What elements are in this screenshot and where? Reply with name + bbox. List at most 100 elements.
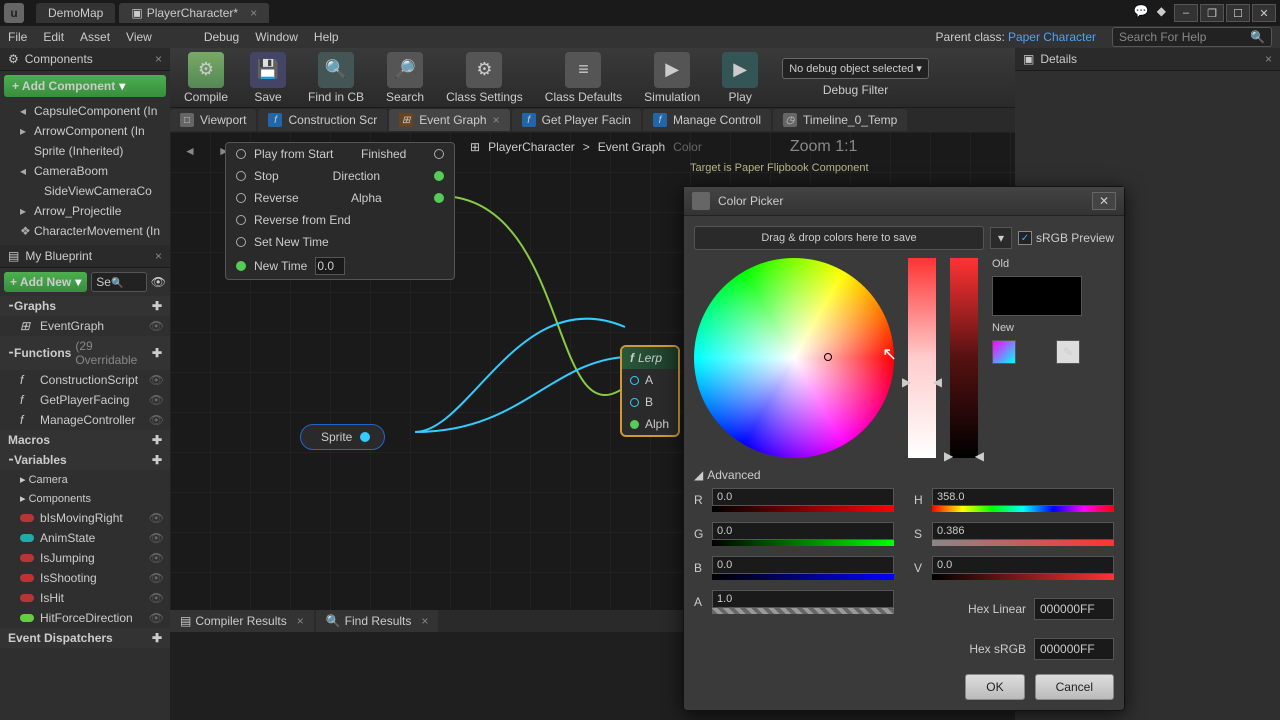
input-pin[interactable]: [236, 193, 246, 203]
add-icon[interactable]: ✚: [152, 346, 162, 360]
maximize-button[interactable]: ☐: [1226, 4, 1250, 22]
timeline-node[interactable]: Play from StartFinishedStopDirectionReve…: [225, 142, 455, 280]
blueprint-item[interactable]: fGetPlayerFacing👁: [0, 390, 170, 410]
new-color-swatch[interactable]: [992, 340, 1016, 364]
menu-view[interactable]: View: [126, 30, 152, 44]
add-component-button[interactable]: + Add Component ▾: [4, 75, 166, 97]
close-icon[interactable]: ×: [155, 52, 162, 66]
eye-icon[interactable]: 👁: [149, 373, 164, 387]
close-icon[interactable]: ×: [297, 614, 304, 628]
eye-icon[interactable]: 👁: [149, 531, 164, 545]
blueprint-search[interactable]: Se🔍: [91, 272, 147, 292]
close-icon[interactable]: ×: [250, 6, 257, 20]
s-input[interactable]: [932, 522, 1114, 540]
section-header[interactable]: ⁃Functions(29 Overridable✚: [0, 336, 170, 370]
lerp-input[interactable]: Alph: [622, 413, 678, 435]
hex-srgb-input[interactable]: [1034, 638, 1114, 660]
section-header[interactable]: Macros✚: [0, 430, 170, 450]
advanced-toggle[interactable]: ◢Advanced: [694, 468, 1114, 482]
simulation-button[interactable]: ▶Simulation: [638, 50, 706, 106]
close-icon[interactable]: ×: [1265, 52, 1272, 66]
eye-icon[interactable]: 👁: [151, 275, 166, 289]
blueprint-item[interactable]: AnimState👁: [0, 528, 170, 548]
graph-tab[interactable]: ⊞Event Graph×: [389, 109, 509, 131]
help-search[interactable]: Search For Help🔍: [1112, 27, 1272, 47]
play-button[interactable]: ▶Play: [716, 50, 764, 106]
eye-icon[interactable]: 👁: [149, 319, 164, 333]
timeline-row[interactable]: StopDirection: [226, 165, 454, 187]
input-pin[interactable]: [630, 420, 639, 429]
color-picker-titlebar[interactable]: Color Picker ✕: [684, 187, 1124, 216]
lerp-input[interactable]: B: [622, 391, 678, 413]
breadcrumb-root[interactable]: PlayerCharacter: [488, 140, 575, 154]
graph-tab[interactable]: fManage Controll: [643, 109, 771, 131]
blueprint-item[interactable]: fManageController👁: [0, 410, 170, 430]
output-pin[interactable]: [434, 193, 444, 203]
b-input[interactable]: [712, 556, 894, 574]
menu-asset[interactable]: Asset: [80, 30, 110, 44]
graph-tab[interactable]: fConstruction Scr: [258, 109, 387, 131]
blueprint-item[interactable]: IsShooting👁: [0, 568, 170, 588]
variable-group[interactable]: ▸ Components: [0, 489, 170, 508]
color-wheel[interactable]: [694, 258, 894, 458]
eye-icon[interactable]: 👁: [149, 511, 164, 525]
cube-icon[interactable]: ◆: [1157, 4, 1166, 22]
close-button[interactable]: ✕: [1252, 4, 1276, 22]
class-defaults-button[interactable]: ≡Class Defaults: [539, 50, 628, 106]
save-button[interactable]: 💾Save: [244, 50, 292, 106]
component-item[interactable]: SideViewCameraCo: [0, 181, 170, 201]
add-icon[interactable]: ✚: [152, 299, 162, 313]
input-pin[interactable]: [236, 171, 246, 181]
blueprint-item[interactable]: fConstructionScript👁: [0, 370, 170, 390]
eye-icon[interactable]: 👁: [149, 591, 164, 605]
eye-icon[interactable]: 👁: [149, 413, 164, 427]
doc-tab-demomap[interactable]: DemoMap: [36, 3, 115, 23]
cancel-button[interactable]: Cancel: [1035, 674, 1114, 700]
eye-icon[interactable]: 👁: [149, 551, 164, 565]
compile-button[interactable]: ⚙Compile: [178, 50, 234, 106]
graph-tab[interactable]: fGet Player Facin: [512, 109, 641, 131]
component-item[interactable]: ◂CameraBoom: [0, 161, 170, 181]
section-header[interactable]: ⁃Variables✚: [0, 450, 170, 470]
add-icon[interactable]: ✚: [152, 433, 162, 447]
add-icon[interactable]: ✚: [152, 631, 162, 645]
close-button[interactable]: ✕: [1092, 192, 1116, 210]
blueprint-item[interactable]: IsJumping👁: [0, 548, 170, 568]
component-item[interactable]: ◂CapsuleComponent (In: [0, 101, 170, 121]
class-settings-button[interactable]: ⚙Class Settings: [440, 50, 529, 106]
eye-icon[interactable]: 👁: [149, 571, 164, 585]
close-icon[interactable]: ×: [493, 113, 500, 127]
color-picker-dialog[interactable]: Color Picker ✕ Drag & drop colors here t…: [683, 186, 1125, 711]
section-header[interactable]: ⁃Graphs✚: [0, 296, 170, 316]
minimize-button[interactable]: –: [1174, 4, 1198, 22]
component-item[interactable]: ❖CharacterMovement (In: [0, 221, 170, 241]
component-item[interactable]: ▸Arrow_Projectile: [0, 201, 170, 221]
output-pin[interactable]: [360, 432, 370, 442]
g-input[interactable]: [712, 522, 894, 540]
color-dropzone[interactable]: Drag & drop colors here to save: [694, 226, 984, 250]
blueprint-item[interactable]: bIsMovingRight👁: [0, 508, 170, 528]
find-in-cb-button[interactable]: 🔍Find in CB: [302, 50, 370, 106]
wheel-marker[interactable]: [824, 353, 832, 361]
search-button[interactable]: 🔎Search: [380, 50, 430, 106]
graph-tab[interactable]: □Viewport: [170, 109, 256, 131]
input-pin[interactable]: [630, 376, 639, 385]
value-strip[interactable]: ▶◀: [950, 258, 978, 458]
menu-edit[interactable]: Edit: [43, 30, 64, 44]
timeline-row[interactable]: Play from StartFinished: [226, 143, 454, 165]
srgb-checkbox[interactable]: ✓sRGB Preview: [1018, 231, 1114, 245]
component-item[interactable]: Sprite (Inherited): [0, 141, 170, 161]
menu-window[interactable]: Window: [255, 30, 298, 44]
find-results-tab[interactable]: 🔍Find Results×: [316, 610, 439, 632]
close-icon[interactable]: ×: [155, 249, 162, 263]
h-input[interactable]: [932, 488, 1114, 506]
menu-debug[interactable]: Debug: [204, 30, 239, 44]
eyedropper-button[interactable]: ✎: [1056, 340, 1080, 364]
compiler-results-tab[interactable]: ▤Compiler Results×: [170, 610, 314, 632]
r-input[interactable]: [712, 488, 894, 506]
breadcrumb-leaf[interactable]: Event Graph: [598, 140, 665, 154]
a-input[interactable]: [712, 590, 894, 608]
timeline-row[interactable]: ReverseAlpha: [226, 187, 454, 209]
debug-object-select[interactable]: No debug object selected ▾: [782, 58, 929, 79]
variable-group[interactable]: ▸ Camera: [0, 470, 170, 489]
